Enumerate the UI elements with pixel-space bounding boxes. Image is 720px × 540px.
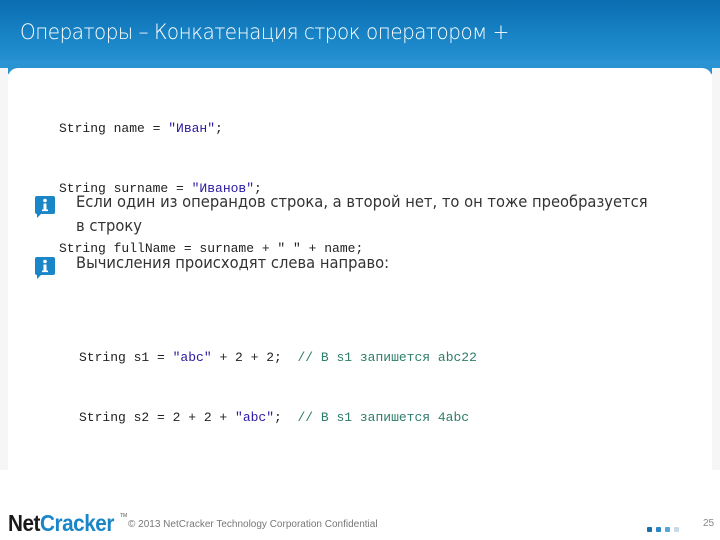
code-text: ; [215, 121, 223, 136]
bullet-text-line: Если один из операндов строка, а второй … [76, 192, 648, 211]
slide-title: Операторы – Конкатенация строк операторо… [20, 20, 509, 44]
progress-dot [674, 527, 679, 532]
bullet-text-line: Вычисления происходят слева направо: [76, 253, 390, 272]
bullet-text: Вычисления происходят слева направо: [76, 251, 646, 275]
info-icon [35, 257, 55, 279]
code-block-2: String s1 = "abc" + 2 + 2; // В s1 запиш… [79, 308, 477, 448]
string-literal: "abc" [172, 350, 212, 365]
frame-left [0, 68, 8, 470]
info-icon [35, 196, 55, 218]
progress-dots [647, 519, 683, 537]
progress-dot [665, 527, 670, 532]
trademark: TM [120, 513, 128, 519]
bullet-text: Если один из операндов строка, а второй … [76, 190, 648, 238]
code-line: String s2 = 2 + 2 + "abc"; // В s1 запиш… [79, 408, 477, 428]
code-comment: // В s1 запишется abc22 [297, 350, 477, 365]
code-text: ; [274, 410, 298, 425]
netcracker-logo: NetCracker [8, 510, 114, 537]
code-text: String s1 = [79, 350, 173, 365]
code-line: String name = "Иван"; [59, 119, 363, 139]
progress-dot [656, 527, 661, 532]
frame-right [712, 68, 720, 470]
logo-cracker: Cracker [40, 510, 114, 536]
bullet-text-line: в строку [76, 216, 142, 235]
copyright-text: © 2013 NetCracker Technology Corporation… [128, 519, 378, 530]
code-text: String name = [59, 121, 169, 136]
string-literal: "Иван" [168, 121, 216, 136]
string-literal: "abc" [235, 410, 275, 425]
logo-net: Net [8, 510, 41, 536]
code-text: String s2 = 2 + 2 + [79, 410, 236, 425]
page-number: 25 [703, 518, 715, 529]
code-comment: // В s1 запишется 4abc [297, 410, 470, 425]
progress-dot [647, 527, 652, 532]
code-block-1: String name = "Иван"; String surname = "… [59, 79, 363, 279]
code-line: String s1 = "abc" + 2 + 2; // В s1 запиш… [79, 348, 477, 368]
slide-header: Операторы – Конкатенация строк операторо… [0, 0, 720, 68]
code-text: + 2 + 2; [211, 350, 298, 365]
